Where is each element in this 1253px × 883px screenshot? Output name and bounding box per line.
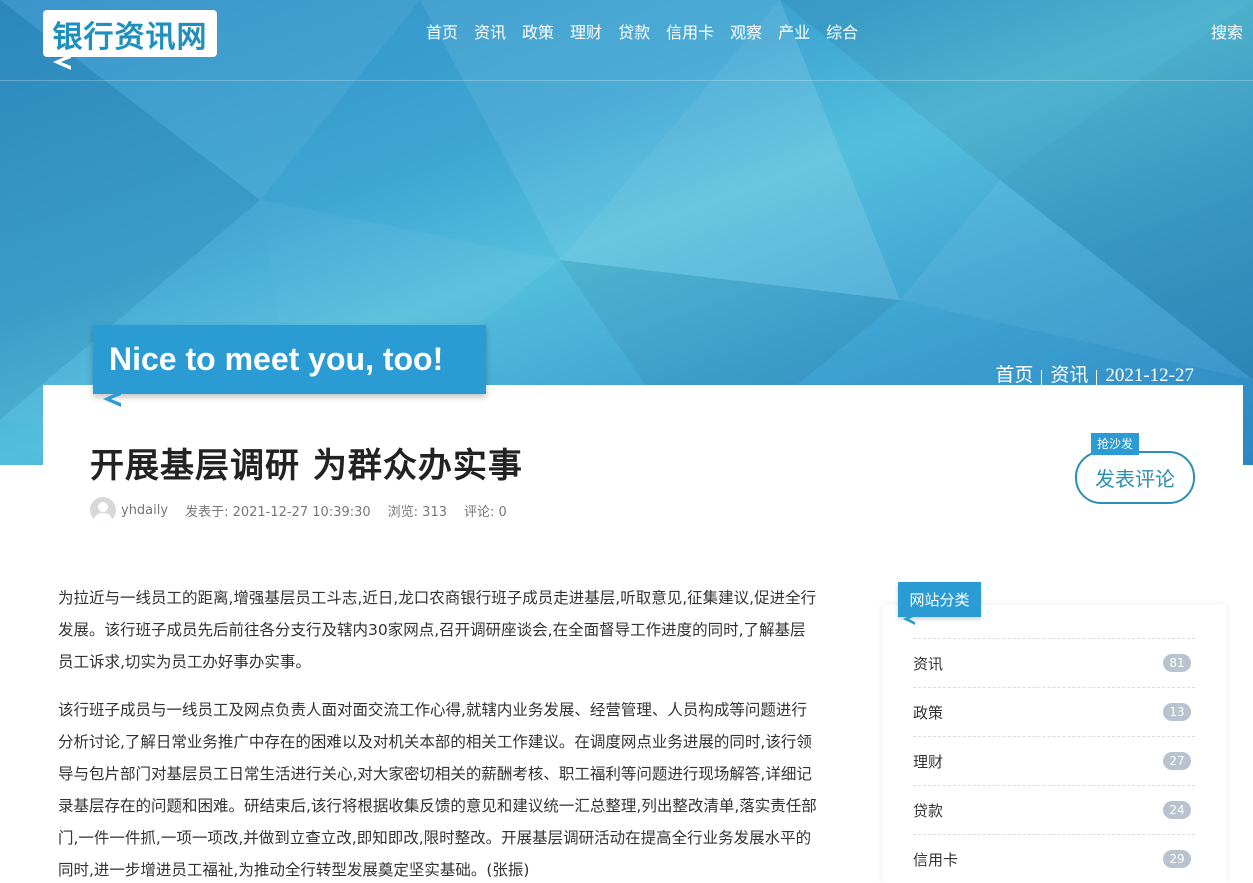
sidebar-tail-shape	[903, 613, 915, 625]
nav-finance[interactable]: 理财	[562, 22, 610, 44]
category-name: 理财	[913, 752, 944, 771]
breadcrumb-date: 2021-12-27	[1105, 365, 1194, 386]
category-count-badge: 24	[1163, 801, 1191, 819]
logo-tail-shape	[53, 54, 71, 70]
sofa-tag: 抢沙发	[1091, 433, 1140, 455]
nav-home[interactable]: 首页	[418, 22, 466, 44]
category-list: 资讯 81 政策 13 理财 27 贷款 24 信用卡 29	[913, 638, 1195, 883]
comment-count: 评论: 0	[464, 504, 507, 520]
post-comment-button[interactable]: 发表评论	[1075, 451, 1195, 504]
category-name: 贷款	[913, 801, 944, 820]
top-navigation: 银行资讯网 首页 资讯 政策 理财 贷款 信用卡 观察 产业 综合 搜索	[0, 0, 1253, 80]
category-item-finance[interactable]: 理财 27	[913, 736, 1195, 785]
nav-observe[interactable]: 观察	[722, 22, 770, 44]
category-item-policy[interactable]: 政策 13	[913, 687, 1195, 736]
category-item-news[interactable]: 资讯 81	[913, 638, 1195, 687]
article-body: 为拉近与一线员工的距离,增强基层员工斗志,近日,龙口农商银行班子成员走进基层,听…	[58, 582, 820, 883]
sidebar-title: 网站分类	[898, 582, 981, 617]
author-name[interactable]: yhdaily	[121, 503, 168, 518]
nav-general[interactable]: 综合	[818, 22, 866, 44]
view-count: 浏览: 313	[387, 504, 447, 520]
category-name: 信用卡	[913, 850, 959, 869]
breadcrumb-home[interactable]: 首页	[995, 360, 1033, 387]
category-name: 政策	[913, 703, 944, 722]
site-logo-text: 银行资讯网	[52, 19, 208, 55]
article-title: 开展基层调研 为群众办实事	[90, 446, 523, 486]
welcome-banner: Nice to meet you, too!	[93, 325, 486, 394]
author-avatar[interactable]	[90, 497, 116, 523]
category-count-badge: 81	[1163, 654, 1191, 672]
article-paragraph: 该行班子成员与一线员工及网点负责人面对面交流工作心得,就辖内业务发展、经营管理、…	[58, 701, 817, 879]
welcome-tail-shape	[103, 391, 121, 407]
breadcrumb-section[interactable]: 资讯	[1050, 360, 1088, 387]
breadcrumb-separator	[1096, 370, 1098, 386]
category-name: 资讯	[913, 654, 944, 673]
nav-divider	[0, 80, 1253, 81]
nav-policy[interactable]: 政策	[514, 22, 562, 44]
nav-credit-card[interactable]: 信用卡	[658, 22, 722, 44]
category-count-badge: 27	[1163, 752, 1191, 770]
site-logo[interactable]: 银行资讯网	[43, 10, 217, 57]
article-paragraph: 为拉近与一线员工的距离,增强基层员工斗志,近日,龙口农商银行班子成员走进基层,听…	[58, 589, 817, 671]
breadcrumb: 首页 资讯 2021-12-27	[995, 360, 1194, 387]
nav-loan[interactable]: 贷款	[610, 22, 658, 44]
main-nav: 首页 资讯 政策 理财 贷款 信用卡 观察 产业 综合	[418, 22, 866, 44]
category-count-badge: 13	[1163, 703, 1191, 721]
breadcrumb-separator	[1041, 370, 1043, 386]
category-item-credit-card[interactable]: 信用卡 29	[913, 834, 1195, 883]
nav-news[interactable]: 资讯	[466, 22, 514, 44]
publish-time: 发表于: 2021-12-27 10:39:30	[185, 504, 371, 520]
article-meta: yhdaily 发表于: 2021-12-27 10:39:30 浏览: 313…	[90, 497, 524, 523]
category-count-badge: 29	[1163, 850, 1191, 868]
nav-industry[interactable]: 产业	[770, 22, 818, 44]
welcome-text: Nice to meet you, too!	[109, 341, 444, 377]
category-item-loan[interactable]: 贷款 24	[913, 785, 1195, 834]
search-link[interactable]: 搜索	[1211, 22, 1243, 44]
